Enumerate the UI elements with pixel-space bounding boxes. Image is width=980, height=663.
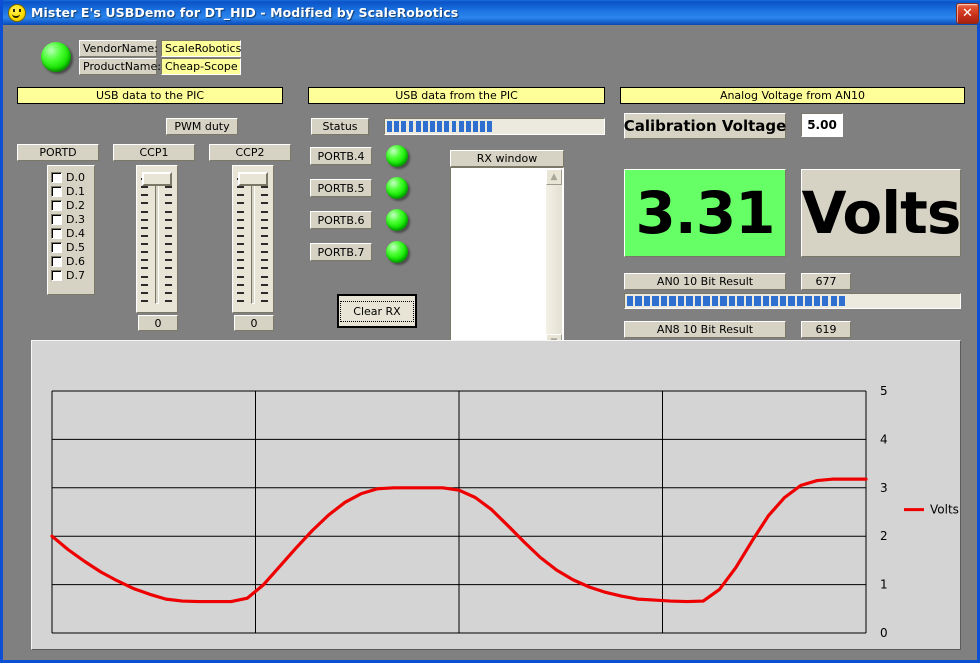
an0-result-value: 677 <box>801 273 851 290</box>
portd-bit-row[interactable]: D.4 <box>51 226 91 240</box>
portb7-led-icon <box>386 241 408 263</box>
section-header-from-pic: USB data from the PIC <box>308 87 605 104</box>
checkbox-d0[interactable] <box>51 172 62 183</box>
pwm-duty-label: PWM duty <box>166 118 238 135</box>
section-header-analog: Analog Voltage from AN10 <box>620 87 965 104</box>
checkbox-d3[interactable] <box>51 214 62 225</box>
voltage-chart: 0 1 2 3 4 5 Volts <box>31 340 961 650</box>
portd-bit-row[interactable]: D.5 <box>51 240 91 254</box>
portb5-label: PORTB.5 <box>310 179 372 197</box>
svg-text:4: 4 <box>880 432 888 446</box>
ccp2-label: CCP2 <box>209 144 291 161</box>
portd-label: PORTD <box>17 144 99 161</box>
title-bar: Mister E's USBDemo for DT_HID - Modified… <box>3 0 980 25</box>
checkbox-d0-label: D.0 <box>66 171 85 184</box>
client-area: VendorName: ScaleRobotics ProductName: C… <box>3 25 977 660</box>
calibration-voltage-input[interactable]: 5.00 <box>801 113 843 137</box>
ccp1-slider-track[interactable] <box>155 180 159 304</box>
section-header-to-pic: USB data to the PIC <box>17 87 283 104</box>
svg-text:Volts: Volts <box>930 503 959 517</box>
checkbox-d4-label: D.4 <box>66 227 85 240</box>
ccp2-slider-thumb[interactable] <box>238 172 268 186</box>
svg-text:2: 2 <box>880 529 888 543</box>
status-progress-bar <box>384 118 605 135</box>
checkbox-d1[interactable] <box>51 186 62 197</box>
svg-text:1: 1 <box>880 578 888 592</box>
ccp2-value: 0 <box>234 315 274 331</box>
svg-text:5: 5 <box>880 384 888 398</box>
portd-bit-row[interactable]: D.2 <box>51 198 91 212</box>
ccp1-value: 0 <box>138 315 178 331</box>
portb5-led-icon <box>386 177 408 199</box>
window-title: Mister E's USBDemo for DT_HID - Modified… <box>31 5 458 20</box>
an0-result-label: AN0 10 Bit Result <box>624 273 786 290</box>
portd-bit-row[interactable]: D.1 <box>51 184 91 198</box>
portd-bit-row[interactable]: D.0 <box>51 170 91 184</box>
portb4-led-icon <box>386 145 408 167</box>
checkbox-d3-label: D.3 <box>66 213 85 226</box>
clear-rx-button-label: Clear RX <box>340 301 413 322</box>
voltage-readout: 3.31 <box>624 169 786 257</box>
checkbox-d6-label: D.6 <box>66 255 85 268</box>
chart-canvas: 0 1 2 3 4 5 Volts <box>32 341 962 651</box>
an8-result-label: AN8 10 Bit Result <box>624 321 786 338</box>
status-label: Status <box>311 118 369 135</box>
ccp1-slider-thumb[interactable] <box>142 172 172 186</box>
checkbox-d5[interactable] <box>51 242 62 253</box>
svg-text:3: 3 <box>880 481 888 495</box>
product-name-label: ProductName: <box>79 58 157 75</box>
checkbox-d2[interactable] <box>51 200 62 211</box>
portb7-label: PORTB.7 <box>310 243 372 261</box>
ccp2-slider-track[interactable] <box>251 180 255 304</box>
checkbox-d6[interactable] <box>51 256 62 267</box>
ccp1-label: CCP1 <box>113 144 195 161</box>
ccp2-slider[interactable] <box>232 165 274 313</box>
rx-window-label: RX window <box>450 150 564 167</box>
application-window: Mister E's USBDemo for DT_HID - Modified… <box>0 0 980 663</box>
an0-progress-bar <box>624 293 961 309</box>
product-name-value: Cheap-Scope <box>161 58 241 75</box>
checkbox-d4[interactable] <box>51 228 62 239</box>
voltage-unit-label: Volts <box>801 169 961 257</box>
checkbox-d1-label: D.1 <box>66 185 85 198</box>
checkbox-d2-label: D.2 <box>66 199 85 212</box>
an8-result-value: 619 <box>801 321 851 338</box>
rx-scrollbar[interactable]: ▲ ▼ <box>546 169 562 350</box>
vendor-name-label: VendorName: <box>79 40 157 57</box>
checkbox-d5-label: D.5 <box>66 241 85 254</box>
smiley-face-icon <box>8 4 26 22</box>
scroll-up-icon[interactable]: ▲ <box>546 169 562 185</box>
vendor-name-value: ScaleRobotics <box>161 40 241 57</box>
checkbox-d7[interactable] <box>51 270 62 281</box>
clear-rx-button[interactable]: Clear RX <box>337 294 417 328</box>
portd-checkbox-group: D.0 D.1 D.2 D.3 D.4 D.5 <box>47 165 95 295</box>
portd-bit-row[interactable]: D.3 <box>51 212 91 226</box>
close-icon[interactable]: ✕ <box>956 3 979 24</box>
connection-led-icon <box>41 42 71 72</box>
ccp1-slider[interactable] <box>136 165 178 313</box>
portb6-label: PORTB.6 <box>310 211 372 229</box>
rx-window-textarea[interactable]: ▲ ▼ <box>450 167 564 352</box>
portb4-label: PORTB.4 <box>310 147 372 165</box>
svg-text:0: 0 <box>880 626 888 640</box>
portb6-led-icon <box>386 209 408 231</box>
calibration-voltage-label: Calibration Voltage <box>624 113 786 139</box>
checkbox-d7-label: D.7 <box>66 269 85 282</box>
portd-bit-row[interactable]: D.7 <box>51 268 91 282</box>
portd-bit-row[interactable]: D.6 <box>51 254 91 268</box>
